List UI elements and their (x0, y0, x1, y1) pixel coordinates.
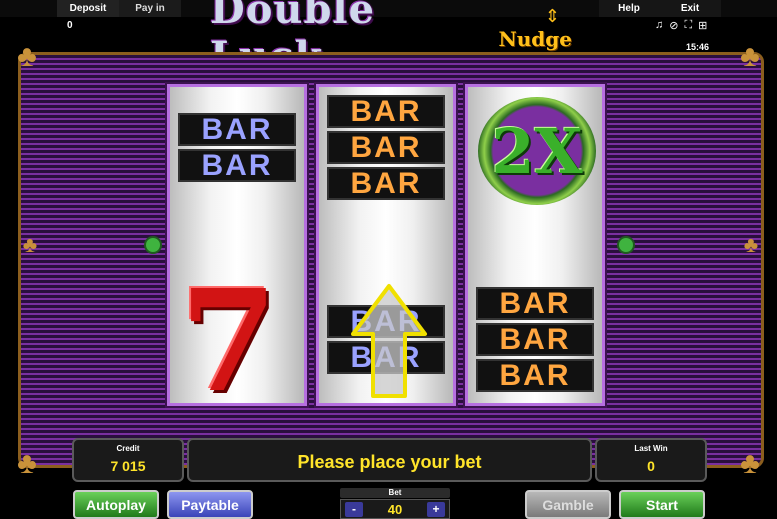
toolbar-icons: ♫ ⊘ ⛶ ⊞ (655, 19, 707, 32)
bet-control: - 40 + (340, 499, 450, 519)
status-message: Please place your bet (297, 452, 482, 472)
lastwin-panel: Last Win 0 (595, 438, 707, 482)
clover-icon: ♣ (22, 232, 38, 257)
credit-value: 7 015 (110, 458, 146, 474)
music-note-icon[interactable]: ♫ (655, 19, 663, 32)
payline-left-marker (144, 236, 162, 254)
reel-3-bottom-symbols: BAR BAR BAR (476, 287, 594, 392)
credit-label: Credit (116, 444, 140, 453)
clover-icon: ♣ (17, 447, 37, 480)
message-panel: Please place your bet (187, 438, 592, 482)
reel-1-top-symbols: BAR BAR (178, 113, 296, 182)
bar-symbol: BAR (327, 131, 445, 164)
balance-value: 0 (67, 20, 73, 31)
sound-off-icon[interactable]: ⊘ (669, 19, 678, 32)
bar-symbol: BAR (476, 359, 594, 392)
lastwin-value: 0 (647, 458, 655, 474)
bar-symbol: BAR (327, 167, 445, 200)
payin-tab[interactable]: Pay in (119, 0, 181, 17)
clover-icon: ♣ (17, 40, 37, 73)
help-button[interactable]: Help (599, 0, 659, 17)
logo-nudge: Nudge (498, 27, 572, 51)
exit-button[interactable]: Exit (659, 0, 721, 17)
bet-value: 40 (387, 502, 403, 517)
clock: 15:46 (686, 42, 710, 52)
lastwin-label: Last Win (634, 444, 668, 453)
reel-1: BAR BAR 7 (167, 84, 307, 406)
settings-grid-icon[interactable]: ⊞ (698, 19, 707, 32)
gamble-button[interactable]: Gamble (525, 490, 611, 519)
credit-panel: Credit 7 015 (72, 438, 184, 482)
seven-symbol: 7 (180, 260, 278, 406)
clover-icon: ♣ (740, 40, 760, 73)
bet-decrease-button[interactable]: - (345, 502, 363, 517)
bar-symbol: BAR (476, 287, 594, 320)
double-2x-symbol: 2X (478, 97, 596, 205)
bar-symbol: BAR (178, 113, 296, 146)
start-button[interactable]: Start (619, 490, 705, 519)
clover-icon: ♣ (740, 447, 760, 480)
bet-increase-button[interactable]: + (427, 502, 445, 517)
reel-2: BAR BAR BAR BAR BAR (316, 84, 456, 406)
autoplay-button[interactable]: Autoplay (73, 490, 159, 519)
reel-3: 2X BAR BAR BAR (465, 84, 605, 406)
clover-icon: ♣ (743, 232, 759, 257)
deposit-tab[interactable]: Deposit (57, 0, 119, 17)
nudge-arrow-icon: ⇕ (544, 6, 560, 26)
bar-symbol: BAR (178, 149, 296, 182)
bar-symbol: BAR (476, 323, 594, 356)
reel-2-top-symbols: BAR BAR BAR (327, 95, 445, 200)
fullscreen-icon[interactable]: ⛶ (684, 19, 692, 32)
bar-symbol: BAR (327, 95, 445, 128)
payline-right-marker (617, 236, 635, 254)
bet-label: Bet (340, 488, 450, 498)
paytable-button[interactable]: Paytable (167, 490, 253, 519)
nudge-up-arrow-icon[interactable] (349, 282, 429, 402)
double-2x-label: 2X (491, 114, 583, 188)
